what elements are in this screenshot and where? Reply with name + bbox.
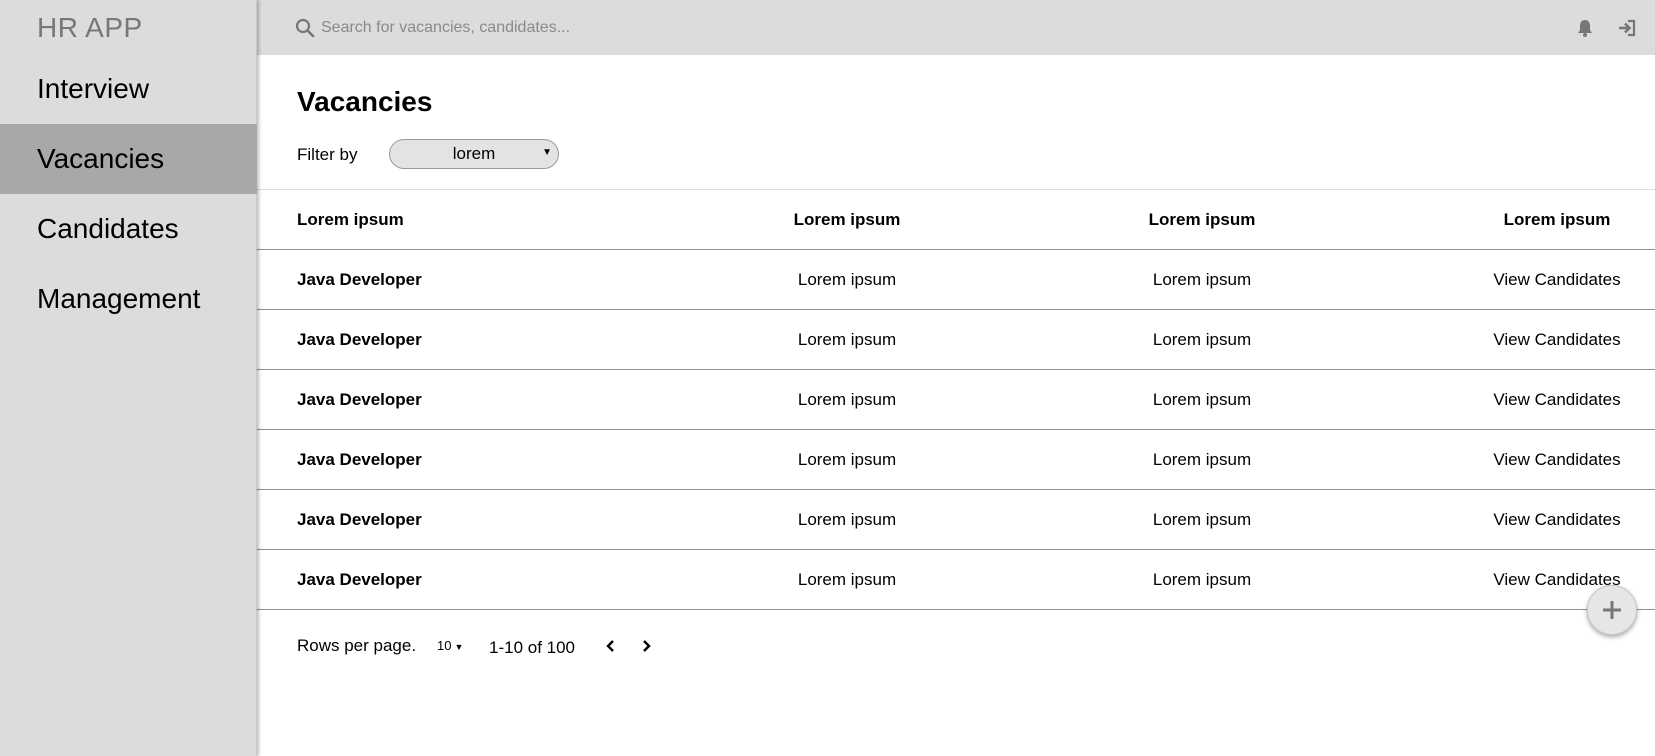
sidebar-item-label: Interview: [37, 73, 150, 104]
vacancy-title[interactable]: Java Developer: [297, 310, 657, 370]
column-header[interactable]: Lorem ipsum: [647, 190, 1047, 250]
table-cell: Lorem ipsum: [1152, 390, 1252, 409]
add-vacancy-button[interactable]: [1587, 585, 1637, 635]
table-cell: Lorem ipsum: [1152, 330, 1252, 349]
view-candidates-link[interactable]: View Candidates: [1357, 490, 1655, 550]
bell-icon[interactable]: [1575, 18, 1595, 38]
table-cell: Lorem ipsum: [797, 570, 897, 589]
sidebar-item-candidates[interactable]: Candidates: [0, 194, 257, 264]
vacancy-title[interactable]: Java Developer: [297, 250, 657, 310]
column-header[interactable]: Lorem ipsum: [297, 190, 657, 250]
page-title: Vacancies: [297, 86, 433, 117]
table-cell: Lorem ipsum: [1152, 510, 1252, 529]
top-bar: [257, 0, 1655, 55]
vacancy-title[interactable]: Java Developer: [297, 550, 657, 610]
table-row: Java Developer Lorem ipsum Lorem ipsum V…: [257, 550, 1655, 610]
vacancy-title[interactable]: Java Developer: [297, 370, 657, 430]
search-icon: [295, 18, 315, 38]
table-row: Java Developer Lorem ipsum Lorem ipsum V…: [257, 430, 1655, 490]
column-header[interactable]: Lorem ipsum: [1357, 190, 1655, 250]
search-input[interactable]: [321, 14, 1021, 42]
table-cell: Lorem ipsum: [797, 510, 897, 529]
table-cell: Lorem ipsum: [797, 450, 897, 469]
table-cell: Lorem ipsum: [797, 390, 897, 409]
app: HR APP Interview Vacancies Candidates Ma…: [0, 0, 1655, 756]
table-cell: Lorem ipsum: [1152, 270, 1252, 289]
sidebar-item-interview[interactable]: Interview: [0, 54, 257, 124]
rows-per-page-label: Rows per page.: [297, 636, 417, 655]
table-cell: Lorem ipsum: [797, 270, 897, 289]
table-row: Java Developer Lorem ipsum Lorem ipsum V…: [257, 310, 1655, 370]
sidebar-item-management[interactable]: Management: [0, 264, 257, 334]
plus-icon: [1603, 601, 1621, 619]
rows-per-page-value: 10: [437, 638, 452, 653]
rows-per-page-select[interactable]: 10 ▼: [437, 638, 463, 653]
table-cell: Lorem ipsum: [1152, 570, 1252, 589]
filter-select[interactable]: lorem ▼: [389, 139, 559, 169]
view-candidates-link[interactable]: View Candidates: [1357, 370, 1655, 430]
filter-select-value: lorem: [452, 144, 496, 163]
sidebar-item-vacancies[interactable]: Vacancies: [0, 124, 257, 194]
chevron-left-icon[interactable]: [602, 636, 620, 656]
page-range: 1-10 of 100: [489, 638, 576, 657]
sidebar-item-label: Vacancies: [37, 143, 165, 174]
vacancy-title[interactable]: Java Developer: [297, 490, 657, 550]
app-title: HR APP: [37, 12, 143, 43]
view-candidates-link[interactable]: View Candidates: [1357, 310, 1655, 370]
vacancies-table: Lorem ipsum Lorem ipsum Lorem ipsum Lore…: [257, 190, 1655, 610]
filter-label: Filter by: [297, 145, 358, 164]
vacancy-title[interactable]: Java Developer: [297, 430, 657, 490]
sidebar-item-label: Management: [37, 283, 201, 314]
table-row: Java Developer Lorem ipsum Lorem ipsum V…: [257, 370, 1655, 430]
login-icon[interactable]: [1617, 18, 1637, 38]
chevron-down-icon: ▼: [454, 642, 464, 652]
table-header-row: Lorem ipsum Lorem ipsum Lorem ipsum Lore…: [257, 190, 1655, 250]
table-row: Java Developer Lorem ipsum Lorem ipsum V…: [257, 490, 1655, 550]
sidebar-item-label: Candidates: [37, 213, 179, 244]
view-candidates-link[interactable]: View Candidates: [1357, 250, 1655, 310]
sidebar-nav: Interview Vacancies Candidates Managemen…: [0, 54, 257, 334]
view-candidates-link[interactable]: View Candidates: [1357, 430, 1655, 490]
chevron-down-icon: ▼: [542, 147, 552, 158]
column-header[interactable]: Lorem ipsum: [1002, 190, 1402, 250]
sidebar: HR APP Interview Vacancies Candidates Ma…: [0, 0, 257, 756]
table-row: Java Developer Lorem ipsum Lorem ipsum V…: [257, 250, 1655, 310]
table-cell: Lorem ipsum: [1152, 450, 1252, 469]
chevron-right-icon[interactable]: [637, 636, 655, 656]
table-cell: Lorem ipsum: [797, 330, 897, 349]
